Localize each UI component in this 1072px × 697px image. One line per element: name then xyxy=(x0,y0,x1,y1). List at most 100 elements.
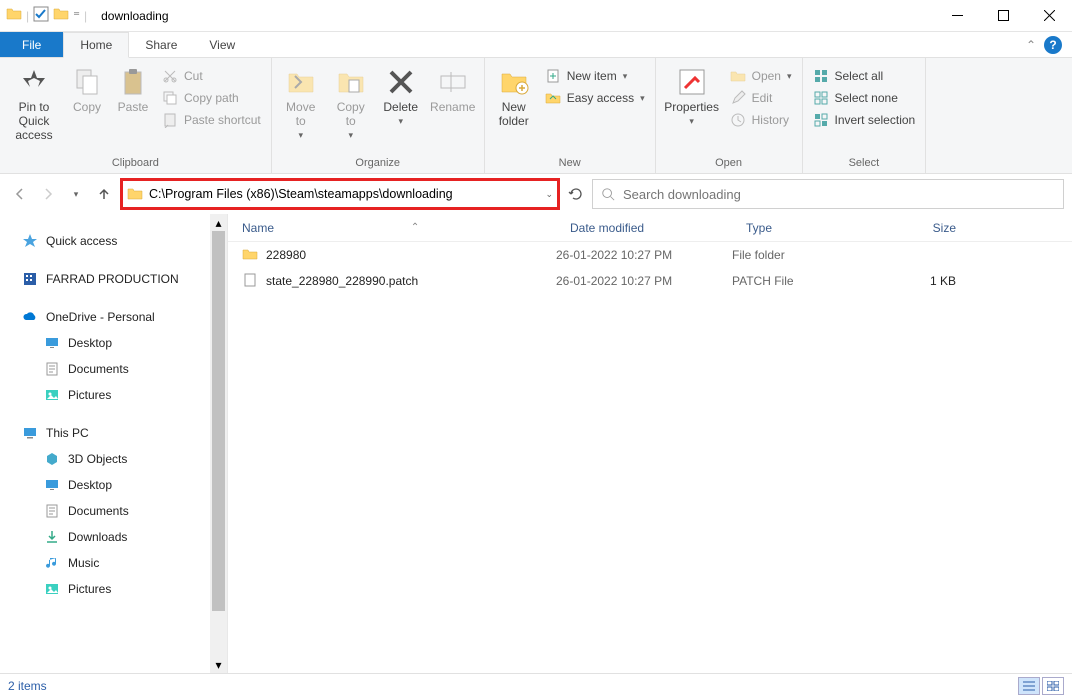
recent-locations-button[interactable]: ▾ xyxy=(64,182,88,206)
file-name: state_228980_228990.patch xyxy=(266,274,418,288)
file-list: Name ⌃ Date modified Type Size 22898026-0… xyxy=(228,214,1072,673)
copy-to-button[interactable]: Copy to▾ xyxy=(326,64,376,141)
nav-3d-objects[interactable]: 3D Objects xyxy=(0,446,227,472)
up-button[interactable] xyxy=(92,182,116,206)
invert-label: Invert selection xyxy=(835,113,916,127)
tab-view[interactable]: View xyxy=(193,32,251,57)
nav-label: Desktop xyxy=(68,336,112,350)
copy-path-button[interactable]: Copy path xyxy=(160,88,263,108)
nav-label: Downloads xyxy=(68,530,127,544)
close-button[interactable] xyxy=(1026,0,1072,31)
delete-label: Delete xyxy=(383,100,418,114)
column-headers[interactable]: Name ⌃ Date modified Type Size xyxy=(228,214,1072,242)
view-thumbnails-button[interactable] xyxy=(1042,677,1064,695)
col-size[interactable]: Size xyxy=(876,221,976,235)
content-area: Quick access FARRAD PRODUCTION OneDrive … xyxy=(0,214,1072,673)
help-icon[interactable]: ? xyxy=(1044,36,1062,54)
folder-icon xyxy=(242,246,258,265)
nav-quick-access[interactable]: Quick access xyxy=(0,228,227,254)
window-title: downloading xyxy=(101,9,168,23)
forward-button[interactable] xyxy=(36,182,60,206)
copy-to-label: Copy to xyxy=(337,100,365,128)
nav-pc-downloads[interactable]: Downloads xyxy=(0,524,227,550)
view-details-button[interactable] xyxy=(1018,677,1040,695)
paste-shortcut-button[interactable]: Paste shortcut xyxy=(160,110,263,130)
table-row[interactable]: state_228980_228990.patch26-01-2022 10:2… xyxy=(228,268,1072,294)
collapse-ribbon-icon[interactable]: ⌃ xyxy=(1026,38,1036,52)
nav-label: Quick access xyxy=(46,234,117,248)
nav-pc-music[interactable]: Music xyxy=(0,550,227,576)
invert-selection-button[interactable]: Invert selection xyxy=(811,110,918,130)
refresh-button[interactable] xyxy=(564,182,588,206)
tab-share[interactable]: Share xyxy=(129,32,193,57)
address-input[interactable] xyxy=(149,187,539,201)
paste-label: Paste xyxy=(118,100,149,114)
nav-pc-documents[interactable]: Documents xyxy=(0,498,227,524)
status-bar: 2 items xyxy=(0,673,1072,697)
pin-to-quick-access-button[interactable]: Pin to Quick access xyxy=(4,64,64,142)
search-icon xyxy=(601,187,615,201)
cut-button[interactable]: Cut xyxy=(160,66,263,86)
navpane-scrollbar[interactable]: ▴ ▾ xyxy=(210,214,227,673)
paste-button[interactable]: Paste xyxy=(110,64,156,114)
select-none-label: Select none xyxy=(835,91,898,105)
delete-button[interactable]: Delete▾ xyxy=(376,64,426,127)
new-folder-label: New folder xyxy=(499,100,529,128)
navigation-pane[interactable]: Quick access FARRAD PRODUCTION OneDrive … xyxy=(0,214,228,673)
scroll-thumb[interactable] xyxy=(212,231,225,611)
qat-dropdown[interactable]: ⁼ xyxy=(73,8,80,24)
file-menu[interactable]: File xyxy=(0,32,63,57)
nav-od-pictures[interactable]: Pictures xyxy=(0,382,227,408)
scroll-up-icon[interactable]: ▴ xyxy=(210,214,227,231)
back-button[interactable] xyxy=(8,182,32,206)
copy-button[interactable]: Copy xyxy=(64,64,110,114)
open-button[interactable]: Open ▾ xyxy=(728,66,794,86)
file-size: 1 KB xyxy=(876,274,976,288)
new-item-button[interactable]: New item ▾ xyxy=(543,66,647,86)
edit-button[interactable]: Edit xyxy=(728,88,794,108)
address-bar[interactable]: ⌄ xyxy=(120,178,560,210)
history-button[interactable]: History xyxy=(728,110,794,130)
nav-farrad[interactable]: FARRAD PRODUCTION xyxy=(0,266,227,292)
move-to-button[interactable]: Move to▾ xyxy=(276,64,326,141)
folder-icon xyxy=(6,6,22,25)
nav-label: This PC xyxy=(46,426,89,440)
col-name[interactable]: Name xyxy=(242,221,274,235)
checkbox-icon[interactable] xyxy=(33,6,49,25)
group-clipboard-label: Clipboard xyxy=(4,157,267,171)
search-input[interactable] xyxy=(623,187,1055,202)
open-label: Open xyxy=(752,69,781,83)
select-none-button[interactable]: Select none xyxy=(811,88,918,108)
table-row[interactable]: 22898026-01-2022 10:27 PMFile folder xyxy=(228,242,1072,268)
properties-button[interactable]: Properties▾ xyxy=(660,64,724,127)
select-all-button[interactable]: Select all xyxy=(811,66,918,86)
col-date[interactable]: Date modified xyxy=(556,221,732,235)
menubar: File Home Share View ⌃ ? xyxy=(0,32,1072,58)
nav-pc-desktop[interactable]: Desktop xyxy=(0,472,227,498)
tab-home[interactable]: Home xyxy=(63,32,129,58)
nav-onedrive[interactable]: OneDrive - Personal xyxy=(0,304,227,330)
minimize-button[interactable] xyxy=(934,0,980,31)
nav-od-desktop[interactable]: Desktop xyxy=(0,330,227,356)
sort-indicator-icon: ⌃ xyxy=(411,222,419,233)
rename-button[interactable]: Rename xyxy=(426,64,480,114)
easy-access-button[interactable]: Easy access ▾ xyxy=(543,88,647,108)
search-box[interactable] xyxy=(592,179,1064,209)
nav-pc-pictures[interactable]: Pictures xyxy=(0,576,227,602)
file-type: File folder xyxy=(732,248,876,262)
nav-od-documents[interactable]: Documents xyxy=(0,356,227,382)
maximize-button[interactable] xyxy=(980,0,1026,31)
copy-label: Copy xyxy=(73,100,101,114)
edit-label: Edit xyxy=(752,91,773,105)
nav-label: OneDrive - Personal xyxy=(46,310,155,324)
col-type[interactable]: Type xyxy=(732,221,876,235)
scroll-down-icon[interactable]: ▾ xyxy=(210,656,227,673)
group-open-label: Open xyxy=(660,157,798,171)
folder-icon xyxy=(127,186,143,202)
new-folder-button[interactable]: New folder xyxy=(489,64,539,128)
group-new-label: New xyxy=(489,157,651,171)
address-dropdown[interactable]: ⌄ xyxy=(545,189,553,200)
nav-label: Pictures xyxy=(68,582,111,596)
select-all-label: Select all xyxy=(835,69,884,83)
nav-this-pc[interactable]: This PC xyxy=(0,420,227,446)
